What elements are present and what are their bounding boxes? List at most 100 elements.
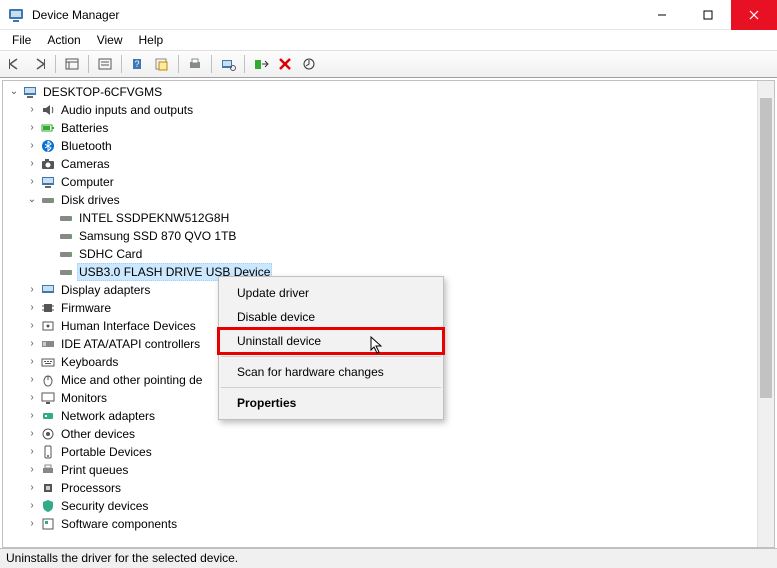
disk-icon [58,264,74,280]
action-button[interactable] [151,53,173,75]
tree-label: Disk drives [59,192,122,208]
show-hidden-button[interactable] [61,53,83,75]
context-properties[interactable]: Properties [219,391,443,415]
expand-icon[interactable]: › [25,481,39,495]
expand-icon[interactable]: › [25,157,39,171]
expand-icon[interactable]: › [25,463,39,477]
tree-item-disk[interactable]: Samsung SSD 870 QVO 1TB [3,227,774,245]
disk-icon [58,210,74,226]
ide-icon [40,336,56,352]
context-update-driver[interactable]: Update driver [219,281,443,305]
tree-label: Print queues [59,462,130,478]
status-text: Uninstalls the driver for the selected d… [6,551,238,565]
expand-icon[interactable]: › [25,391,39,405]
battery-icon [40,120,56,136]
vertical-scrollbar[interactable] [757,81,774,547]
tree-label: IDE ATA/ATAPI controllers [59,336,202,352]
tree-item-bluetooth[interactable]: › Bluetooth [3,137,774,155]
expand-icon[interactable]: › [25,283,39,297]
collapse-icon[interactable]: ⌄ [7,85,21,99]
expand-icon[interactable]: › [25,319,39,333]
forward-button[interactable] [28,53,50,75]
tree-item-portable[interactable]: › Portable Devices [3,443,774,461]
tree-item-software[interactable]: › Software components [3,515,774,533]
toolbar-separator [244,55,245,73]
context-uninstall-device[interactable]: Uninstall device [219,329,443,353]
expand-icon[interactable]: › [25,121,39,135]
expand-icon[interactable]: › [25,409,39,423]
tree-root[interactable]: ⌄ DESKTOP-6CFVGMS [3,83,774,101]
tree-label: Other devices [59,426,137,442]
tree-label: Audio inputs and outputs [59,102,195,118]
tree-item-print[interactable]: › Print queues [3,461,774,479]
expand-icon[interactable]: › [25,337,39,351]
update-button[interactable] [298,53,320,75]
tree-item-disk[interactable]: SDHC Card [3,245,774,263]
menu-view[interactable]: View [89,31,131,49]
tree-item-processors[interactable]: › Processors [3,479,774,497]
tree-item-security[interactable]: › Security devices [3,497,774,515]
expand-icon[interactable]: › [25,517,39,531]
print-button[interactable] [184,53,206,75]
enable-button[interactable] [250,53,272,75]
chip-icon [40,300,56,316]
maximize-button[interactable] [685,0,731,30]
expand-icon[interactable]: › [25,301,39,315]
software-icon [40,516,56,532]
menubar: File Action View Help [0,30,777,50]
computer-icon [40,174,56,190]
app-icon [8,7,24,23]
tree-label: Monitors [59,390,109,406]
context-scan-hardware[interactable]: Scan for hardware changes [219,360,443,384]
menu-file[interactable]: File [4,31,39,49]
computer-icon [22,84,38,100]
collapse-icon[interactable]: ⌄ [25,193,39,207]
toolbar-separator [121,55,122,73]
network-icon [40,408,56,424]
scan-button[interactable] [217,53,239,75]
tree-item-other[interactable]: › Other devices [3,425,774,443]
toolbar-separator [178,55,179,73]
tree-label: Human Interface Devices [59,318,198,334]
tree-item-disk[interactable]: INTEL SSDPEKNW512G8H [3,209,774,227]
expand-icon[interactable]: › [25,445,39,459]
tree-item-cameras[interactable]: › Cameras [3,155,774,173]
tree-label: Keyboards [59,354,120,370]
tree-label: Mice and other pointing de [59,372,204,388]
tree-label: Bluetooth [59,138,114,154]
portable-icon [40,444,56,460]
disk-icon [58,246,74,262]
tree-item-audio[interactable]: › Audio inputs and outputs [3,101,774,119]
tree-label: Batteries [59,120,110,136]
help-button[interactable]: ? [127,53,149,75]
tree-item-computer[interactable]: › Computer [3,173,774,191]
tree-item-disk-drives[interactable]: ⌄ Disk drives [3,191,774,209]
context-separator [221,387,441,388]
expand-icon[interactable]: › [25,139,39,153]
context-separator [221,356,441,357]
toolbar-separator [88,55,89,73]
properties-button[interactable] [94,53,116,75]
tree-label: SDHC Card [77,246,144,262]
expand-icon[interactable]: › [25,355,39,369]
context-disable-device[interactable]: Disable device [219,305,443,329]
back-button[interactable] [4,53,26,75]
uninstall-button[interactable] [274,53,296,75]
expand-icon[interactable]: › [25,175,39,189]
statusbar: Uninstalls the driver for the selected d… [0,548,777,568]
expand-icon[interactable]: › [25,499,39,513]
expand-icon[interactable]: › [25,103,39,117]
expand-icon[interactable]: › [25,427,39,441]
close-button[interactable] [731,0,777,30]
menu-help[interactable]: Help [131,31,172,49]
scroll-thumb[interactable] [760,98,772,398]
menu-action[interactable]: Action [39,31,88,49]
tree-item-batteries[interactable]: › Batteries [3,119,774,137]
window-title: Device Manager [32,8,639,22]
monitor-icon [40,390,56,406]
tree-label: Portable Devices [59,444,154,460]
toolbar: ? [0,50,777,78]
tree-label: INTEL SSDPEKNW512G8H [77,210,231,226]
expand-icon[interactable]: › [25,373,39,387]
minimize-button[interactable] [639,0,685,30]
